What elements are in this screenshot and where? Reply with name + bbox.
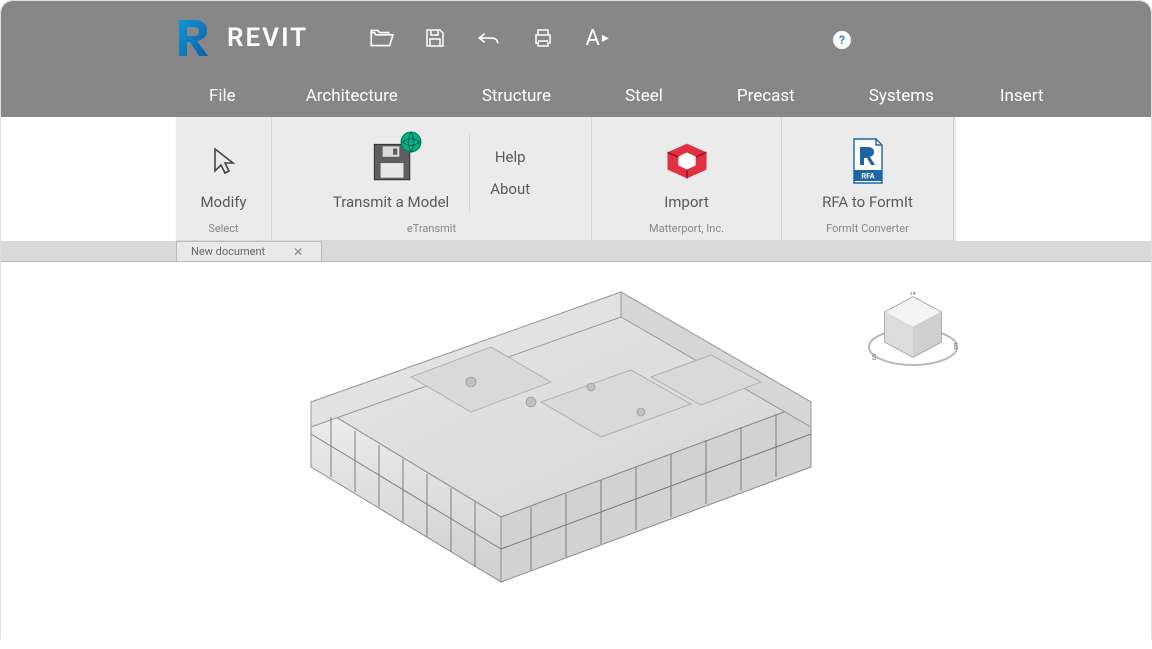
ribbon-group-formit: RFA RFA to FormIt FormIt Converter	[782, 117, 954, 240]
import-button[interactable]: Import	[661, 135, 713, 211]
rfa-file-icon: RFA	[848, 135, 888, 187]
help-link[interactable]: Help	[495, 148, 526, 166]
separator	[469, 134, 470, 212]
ribbon: Modify Select	[176, 117, 956, 241]
type-icon[interactable]: A▸	[584, 25, 610, 51]
title-bar: REVIT A▸ ?	[1, 1, 1151, 75]
menu-bar: File Architecture Structure Steel Precas…	[1, 75, 1151, 117]
quick-access-toolbar: A▸	[368, 25, 610, 51]
menu-structure[interactable]: Structure	[440, 75, 593, 117]
menu-file[interactable]: File	[181, 75, 264, 117]
ribbon-group-etransmit: Transmit a Model Help About eTransmit	[272, 117, 592, 240]
close-icon[interactable]: ✕	[293, 245, 303, 259]
menu-precast[interactable]: Precast	[695, 75, 837, 117]
etransmit-links: Help About	[490, 148, 530, 198]
ribbon-group-caption: FormIt Converter	[782, 220, 953, 236]
svg-text:RFA: RFA	[861, 171, 875, 180]
building-model	[291, 282, 821, 602]
open-icon[interactable]	[368, 25, 394, 51]
ribbon-group-matterport: Import Matterport, Inc.	[592, 117, 782, 240]
ribbon-group-select: Modify Select	[176, 117, 272, 240]
ribbon-item-label: Modify	[200, 193, 246, 211]
menu-steel[interactable]: Steel	[593, 75, 695, 117]
menu-architecture[interactable]: Architecture	[264, 75, 440, 117]
ribbon-group-caption: Select	[176, 220, 271, 236]
ribbon-item-label: RFA to FormIt	[822, 193, 913, 211]
transmit-model-icon	[366, 135, 416, 187]
document-tabstrip: New document ✕	[1, 241, 1151, 262]
save-icon[interactable]	[422, 25, 448, 51]
document-tab-label: New document	[191, 245, 265, 258]
cursor-icon	[207, 135, 239, 187]
print-icon[interactable]	[530, 25, 556, 51]
viewcube-n: N	[910, 292, 916, 297]
document-tab[interactable]: New document ✕	[176, 241, 322, 261]
revit-logo-icon	[171, 16, 215, 60]
svg-text:E: E	[954, 342, 959, 351]
ribbon-group-caption: Matterport, Inc.	[592, 220, 781, 236]
svg-text:S: S	[872, 353, 877, 362]
rfa-to-formit-button[interactable]: RFA RFA to FormIt	[822, 135, 913, 211]
transmit-model-button[interactable]: Transmit a Model	[333, 135, 449, 211]
matterport-icon	[661, 135, 713, 187]
help-icon[interactable]: ?	[833, 31, 851, 49]
undo-icon[interactable]	[476, 25, 502, 51]
app-name: REVIT	[227, 23, 308, 53]
view-cube[interactable]: N E S	[866, 292, 961, 372]
modify-button[interactable]: Modify	[200, 135, 246, 211]
menu-systems[interactable]: Systems	[837, 75, 966, 117]
about-link[interactable]: About	[490, 180, 530, 198]
ribbon-item-label: Import	[664, 193, 709, 211]
ribbon-item-label: Transmit a Model	[333, 193, 449, 211]
ribbon-group-caption: eTransmit	[272, 220, 591, 236]
app-logo: REVIT	[171, 16, 308, 60]
menu-insert[interactable]: Insert	[966, 75, 1078, 117]
model-viewport[interactable]: N E S	[1, 262, 1151, 649]
